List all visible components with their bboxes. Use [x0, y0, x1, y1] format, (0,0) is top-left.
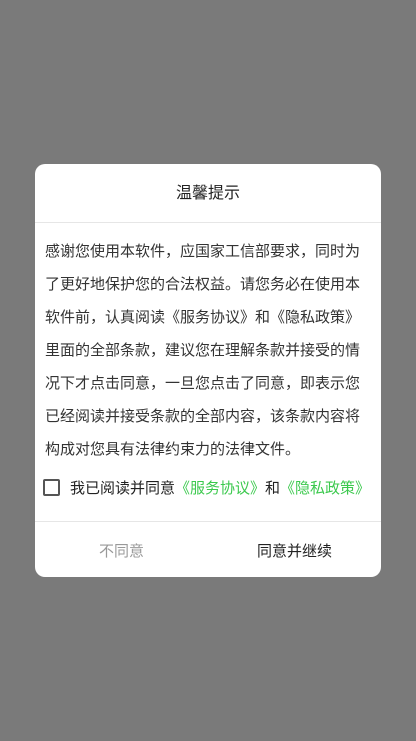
and-text: 和 — [265, 478, 281, 497]
dialog-buttons: 不同意 同意并继续 — [35, 522, 381, 577]
agree-prefix-text: 我已阅读并同意 — [70, 478, 176, 497]
dialog-body-text: 感谢您使用本软件，应国家工信部要求，同时为了更好地保护您的合法权益。请您务必在使… — [45, 242, 361, 458]
agreement-row: 我已阅读并同意 《服务协议》 和 《隐私政策》 — [35, 459, 381, 515]
privacy-policy-link[interactable]: 《隐私政策》 — [280, 477, 370, 498]
service-agreement-link[interactable]: 《服务协议》 — [175, 477, 265, 498]
agree-continue-button[interactable]: 同意并继续 — [208, 522, 381, 577]
disagree-button[interactable]: 不同意 — [35, 522, 208, 577]
agree-checkbox[interactable] — [43, 478, 60, 496]
privacy-dialog: 温馨提示 感谢您使用本软件，应国家工信部要求，同时为了更好地保护您的合法权益。请… — [35, 164, 381, 577]
dialog-title: 温馨提示 — [35, 164, 381, 223]
